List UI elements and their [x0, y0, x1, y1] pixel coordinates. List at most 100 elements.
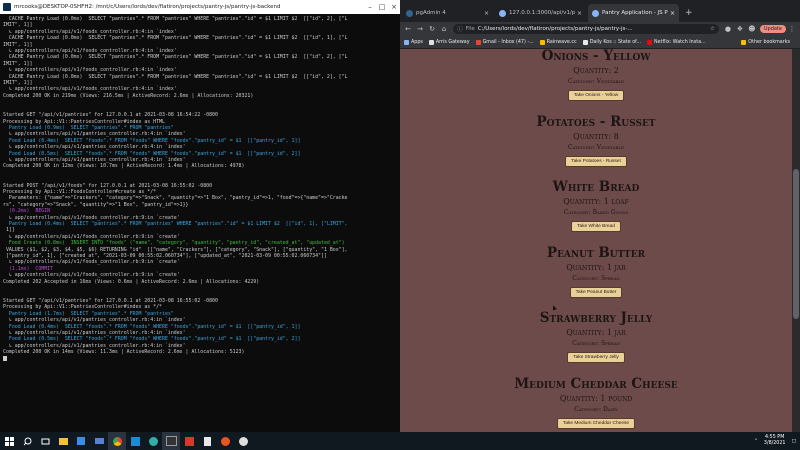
take-food-button[interactable]: Take Potatoes - Russet	[565, 155, 627, 167]
bookmark-favicon-icon	[539, 39, 545, 45]
app-red-icon[interactable]	[180, 432, 198, 450]
mail-icon[interactable]	[90, 432, 108, 450]
food-category: Category: Spread	[572, 340, 620, 347]
page-scrollbar[interactable]	[792, 49, 800, 432]
tab-pgadmin[interactable]: pgAdmin 4 ×	[402, 4, 493, 22]
vscode-icon[interactable]	[126, 432, 144, 450]
task-view-icon[interactable]	[36, 432, 54, 450]
bookmark-favicon-icon	[647, 39, 653, 45]
bookmark-favicon-icon	[428, 39, 434, 45]
tab-close-icon[interactable]: ×	[577, 10, 582, 17]
new-tab-icon[interactable]: +	[681, 4, 697, 22]
edge-icon[interactable]	[144, 432, 162, 450]
bookmark-item[interactable]: Daily Kos :: State of...	[582, 39, 642, 45]
update-button[interactable]: Update	[759, 25, 786, 33]
take-food-button[interactable]: Take Medium Cheddar Cheese	[556, 417, 636, 429]
clock-date: 3/8/2021	[763, 441, 786, 446]
food-quantity: Quantity: 8	[573, 131, 619, 141]
globe-favicon-icon	[592, 9, 599, 17]
bookmark-label: Netflix: Watch Insta...	[654, 39, 706, 45]
extension-icon[interactable]: ●	[722, 23, 734, 35]
url-text[interactable]: C:/Users/lords/dev/flatiron/projects/pan…	[478, 26, 710, 32]
windows-start-icon[interactable]	[0, 432, 18, 450]
food-name: Onions - Yellow	[541, 49, 651, 64]
bookmark-item[interactable]: Apps	[404, 39, 423, 45]
folder-icon	[741, 39, 747, 45]
bookmark-label: Gmail - Inbox (47) -...	[482, 39, 534, 45]
bookmark-item[interactable]: Netflix: Watch Insta...	[647, 39, 706, 45]
reload-icon[interactable]: ↻	[426, 23, 438, 35]
terminal-taskbar-icon[interactable]	[162, 432, 180, 450]
close-icon[interactable]: ×	[388, 3, 400, 11]
browser-toolbar: ← → ↻ ⌂ ⓘ File C:/Users/lords/dev/flatir…	[400, 22, 800, 36]
terminal-title: mrcooks@DESKTOP-0SHFH2: /mnt/c/Users/lor…	[14, 4, 281, 10]
terminal-line: CACHE Pantry Load (0.0ms) SELECT "pantri…	[3, 16, 348, 22]
tab-close-icon[interactable]: ×	[484, 10, 489, 17]
bookmark-label: Rainwave.cc	[546, 39, 577, 45]
terminal-line: Pantry Load (0.4ms) SELECT "pantries".* …	[3, 221, 348, 227]
file-explorer-icon[interactable]	[54, 432, 72, 450]
globe-favicon-icon	[499, 9, 506, 17]
take-food-button[interactable]: Take Peanut Butter	[569, 286, 623, 298]
bookmark-favicon-icon	[475, 39, 481, 45]
page-viewport[interactable]: Onions - Yellow Quantity: 2 Category: Vege…	[400, 49, 792, 432]
food-category: Category: Baked Goods	[563, 209, 629, 216]
food-card: Medium Cheddar Cheese Quantity: 1 pound Ca…	[400, 370, 792, 433]
system-tray: ⌃ 4:55 PM 3/8/2021 □	[754, 435, 800, 447]
ubuntu-icon[interactable]	[216, 432, 234, 450]
take-food-button[interactable]: Take Onions - Yellow	[567, 90, 625, 101]
tab-label: 127.0.0.1:3000/api/v1/pantries	[509, 10, 575, 16]
terminal-line: CACHE Pantry Load (0.0ms) SELECT "pantri…	[3, 54, 348, 61]
bookmark-label: Apps	[411, 39, 423, 45]
menu-icon[interactable]: ⋮	[786, 23, 798, 35]
terminal-line: CACHE Pantry Load (0.0ms) SELECT "pantri…	[3, 35, 348, 42]
bookmarks-bar: Apps Arris Gateway Gmail - Inbox (47) -...…	[400, 36, 800, 49]
file-indicator-icon: ⓘ	[457, 27, 463, 33]
tab-label: pgAdmin 4	[416, 10, 446, 16]
food-list: Onions - Yellow Quantity: 2 Category: Vege…	[400, 49, 792, 432]
bookmark-item[interactable]: Arris Gateway	[428, 39, 470, 45]
food-quantity: Quantity: 1 loaf	[563, 197, 629, 206]
minimize-icon[interactable]: –	[364, 3, 376, 11]
pgadmin-favicon-icon	[406, 9, 413, 17]
puzzle-icon[interactable]: ❖	[734, 23, 746, 35]
other-bookmarks[interactable]: Other bookmarks	[741, 39, 790, 45]
terminal-titlebar[interactable]: mrcooks@DESKTOP-0SHFH2: /mnt/c/Users/lor…	[0, 0, 400, 14]
bookmark-item[interactable]: Gmail - Inbox (47) -...	[475, 39, 534, 45]
profile-icon[interactable]: ☻	[746, 23, 758, 35]
bookmark-item[interactable]: Rainwave.cc	[539, 39, 577, 45]
food-name: Strawberry Jelly	[539, 310, 653, 326]
maximize-icon[interactable]: □	[376, 3, 388, 11]
terminal-output[interactable]: CACHE Pantry Load (0.0ms) SELECT "pantri…	[0, 14, 400, 365]
terminal-window[interactable]: mrcooks@DESKTOP-0SHFH2: /mnt/c/Users/lor…	[0, 0, 400, 432]
clock[interactable]: 4:55 PM 3/8/2021	[764, 435, 786, 447]
chevron-up-icon[interactable]: ⌃	[754, 439, 758, 444]
github-icon[interactable]	[234, 432, 252, 450]
search-icon[interactable]	[18, 432, 36, 450]
home-icon[interactable]: ⌂	[438, 23, 450, 35]
app-doc-icon[interactable]	[198, 432, 216, 450]
star-icon[interactable]: ☆	[710, 26, 715, 32]
chrome-icon[interactable]	[108, 432, 126, 450]
bookmark-label: Other bookmarks	[748, 39, 790, 45]
food-name: White Bread	[552, 179, 640, 195]
food-category: Category: Dairy	[574, 405, 618, 413]
terminal-line: Parameters: {"name"=>"Crackers", "catego…	[3, 195, 348, 202]
forward-icon[interactable]: →	[414, 23, 426, 35]
tab-api-pantries[interactable]: 127.0.0.1:3000/api/v1/pantries ×	[495, 4, 586, 22]
take-food-button[interactable]: Take White Bread	[571, 221, 621, 232]
scrollbar-thumb[interactable]	[793, 169, 799, 319]
food-card: Potatoes - Russet Quantity: 8 Category: Ve…	[400, 108, 792, 174]
bookmark-label: Daily Kos :: State of...	[589, 39, 642, 45]
food-name: Medium Cheddar Cheese	[514, 375, 678, 392]
take-food-button[interactable]: Take Strawberry Jelly	[567, 352, 625, 363]
tab-pantry-application[interactable]: Pantry Application - JS Project II ×	[588, 4, 679, 22]
back-icon[interactable]: ←	[402, 23, 414, 35]
tab-close-icon[interactable]: ×	[670, 10, 675, 17]
omnibox-label: File	[465, 26, 475, 32]
tab-label: Pantry Application - JS Project II	[602, 10, 668, 16]
store-icon[interactable]	[72, 432, 90, 450]
notification-icon[interactable]: □	[791, 439, 796, 444]
browser-window[interactable]: pgAdmin 4 × 127.0.0.1:3000/api/v1/pantri…	[400, 0, 800, 432]
address-bar[interactable]: ⓘ File C:/Users/lords/dev/flatiron/proje…	[453, 24, 719, 34]
